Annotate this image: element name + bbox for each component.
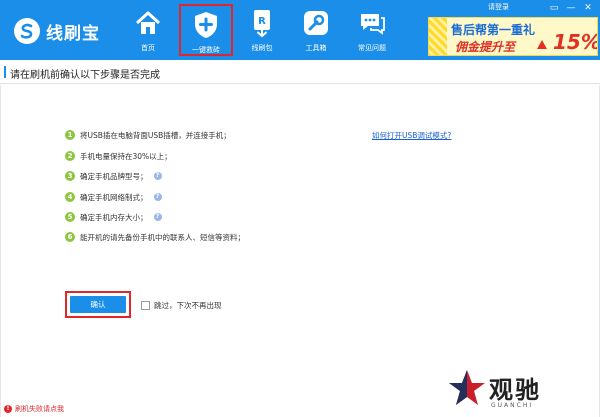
checkbox-icon[interactable] (141, 301, 150, 310)
confirm-highlight: 确认 (65, 291, 131, 318)
watermark-subtitle: GUANCHI (491, 402, 534, 409)
banner-stripe (429, 18, 447, 55)
step-number-badge: 5 (65, 212, 75, 222)
step-item: 4 确定手机网络制式； ? (65, 190, 162, 204)
nav-faq[interactable]: 常见问题 (345, 4, 399, 56)
app-name: 线刷宝 (46, 23, 100, 44)
chat-icon (361, 14, 385, 35)
nav-home-label: 首页 (141, 44, 155, 52)
banner-headline: 售后帮第一重礼 (451, 23, 536, 37)
step-item: 3 确定手机品牌型号； ? (65, 169, 162, 183)
page-title: 请在刷机前确认以下步骤是否完成 (10, 70, 160, 81)
step-number-badge: 2 (65, 151, 75, 161)
logo-icon (14, 18, 40, 44)
step-text: 将USB插在电脑背面USB插槽，并连接手机； (80, 130, 231, 140)
minimize-button[interactable]: — (565, 2, 577, 14)
title-accent-bar (4, 66, 6, 78)
step-item: 2 手机电量保持在30%以上； (65, 149, 172, 163)
banner-subline: 佣金提升至 (455, 40, 516, 54)
wrench-icon (304, 11, 328, 35)
nav-home[interactable]: 首页 (121, 4, 175, 56)
nav-rom-package-label: 线刷包 (251, 44, 273, 52)
step-text: 确定手机内存大小； (80, 212, 148, 222)
svg-text:R: R (258, 16, 266, 27)
up-arrow-icon (537, 40, 547, 49)
skip-checkbox[interactable]: 跳过，下次不再出现 (141, 300, 222, 311)
promo-banner[interactable]: 售后帮第一重礼 佣金提升至 15% (428, 17, 598, 56)
confirm-button[interactable]: 确认 (70, 296, 126, 313)
usb-debug-help-link[interactable]: 如何打开USB调试模式? (372, 130, 451, 141)
page-header: 请在刷机前确认以下步骤是否完成 (0, 60, 600, 84)
step-number-badge: 3 (65, 171, 75, 181)
step-number-badge: 4 (65, 192, 75, 202)
failure-help-link[interactable]: ! 刷机失败请点我 (0, 400, 80, 417)
step-number-badge: 6 (65, 232, 75, 242)
close-button[interactable]: ✕ (582, 2, 594, 14)
watermark-title: 观驰 (489, 376, 541, 404)
help-icon[interactable]: ? (153, 172, 162, 180)
nav-one-click-rescue-label: 一键救砖 (192, 46, 220, 54)
step-text: 手机电量保持在30%以上； (80, 151, 172, 161)
step-item: 6 能开机的请先备份手机中的联系人、短信等资料； (65, 230, 245, 244)
nav-toolbox[interactable]: 工具箱 (289, 4, 343, 56)
help-icon[interactable]: ? (153, 193, 162, 201)
nav-toolbox-label: 工具箱 (305, 44, 327, 52)
restore-window-button[interactable]: ▭ (548, 2, 560, 14)
skip-label: 跳过，下次不再出现 (154, 301, 222, 310)
nav-rom-package[interactable]: R 线刷包 (235, 4, 289, 56)
help-icon[interactable]: ? (153, 213, 162, 221)
failure-help-text: 刷机失败请点我 (15, 404, 64, 413)
nav-faq-label: 常见问题 (358, 44, 386, 52)
step-number-badge: 1 (65, 130, 75, 140)
step-text: 确定手机品牌型号； (80, 171, 148, 181)
top-bar: 线刷宝 首页 一键救砖 R 线刷包 工具箱 常见问题 请登录 ▭ — ✕ 售后帮… (0, 0, 600, 60)
banner-percent: 15% (553, 30, 598, 54)
step-text: 确定手机网络制式； (80, 192, 148, 202)
step-item: 1 将USB插在电脑背面USB插槽，并连接手机； (65, 128, 231, 142)
app-logo: 线刷宝 (14, 16, 100, 46)
home-icon (135, 11, 161, 34)
nav-one-click-rescue[interactable]: 一键救砖 (179, 4, 233, 56)
step-item: 5 确定手机内存大小； ? (65, 210, 162, 224)
watermark-logo: 观驰 GUANCHI (447, 368, 577, 414)
step-text: 能开机的请先备份手机中的联系人、短信等资料； (80, 232, 245, 242)
shield-plus-icon (195, 12, 217, 38)
star-logo-icon (449, 370, 485, 405)
login-link[interactable]: 请登录 (488, 2, 509, 12)
warning-icon: ! (4, 404, 12, 413)
rom-package-icon: R (254, 10, 270, 38)
